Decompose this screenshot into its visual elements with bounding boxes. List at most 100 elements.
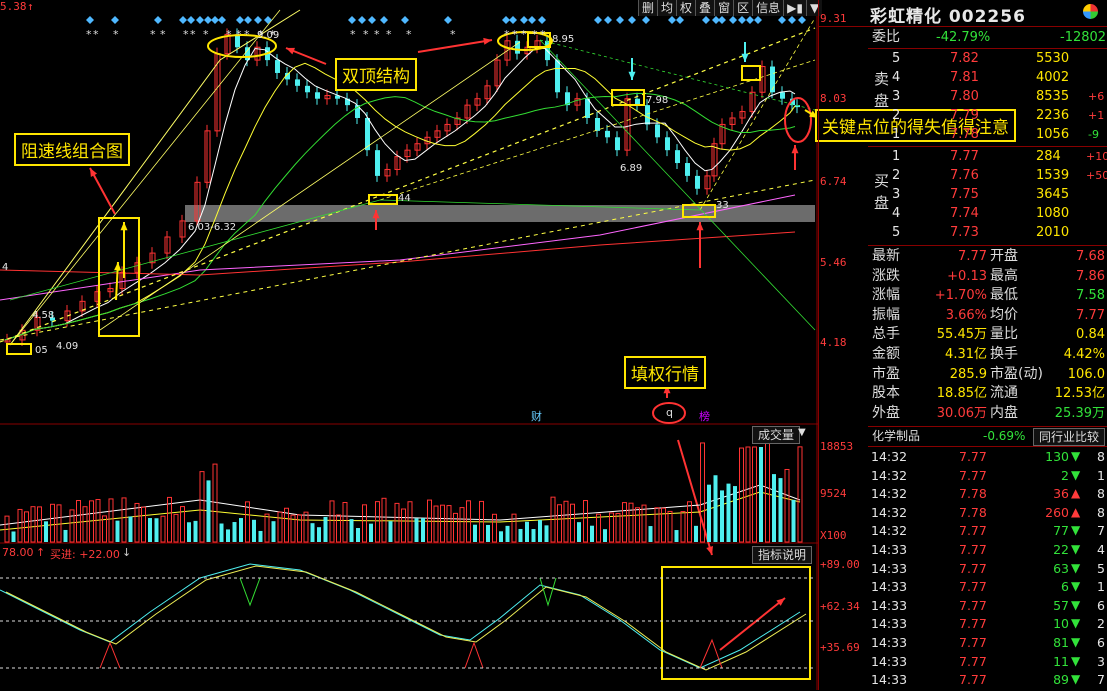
signal-diamond-icon — [778, 16, 786, 24]
volume-bar — [362, 504, 367, 543]
tick-price: 7.77 — [959, 597, 987, 613]
volume-bar — [108, 498, 114, 543]
indicator-explain-button[interactable]: 指标说明 — [752, 546, 813, 564]
star-marker-icon: * — [160, 28, 166, 41]
candle-body — [315, 92, 320, 99]
volume-bar — [303, 511, 309, 543]
toolbar-overlay[interactable]: 叠 — [695, 0, 715, 16]
candle-body — [595, 118, 600, 131]
rank-marker[interactable]: 榜 — [699, 408, 710, 424]
volume-bar — [141, 506, 146, 543]
buy-price[interactable]: 7.73 — [950, 224, 979, 241]
quote-label: 振幅 — [872, 306, 900, 323]
volume-bar — [628, 502, 634, 543]
volume-bar — [726, 483, 731, 542]
volume-bar — [369, 523, 373, 542]
toolbar-delete[interactable]: 删 — [638, 0, 658, 16]
buy-price[interactable]: 7.75 — [950, 186, 979, 203]
quote-label: 市盈 — [872, 365, 900, 382]
signal-diamond-icon — [254, 16, 262, 24]
quote-label: 内盘 — [990, 404, 1018, 421]
volume-bar — [797, 446, 803, 543]
star-marker-icon: * — [512, 28, 518, 41]
tick-volume: 130 — [1045, 449, 1069, 464]
sell-price[interactable]: 7.79 — [950, 107, 979, 124]
volume-bar — [323, 516, 328, 542]
quote-label: 涨幅 — [872, 287, 900, 304]
chevron-down-icon[interactable]: ▼ — [798, 427, 806, 438]
volume-bar — [115, 520, 120, 542]
volume-bar — [148, 518, 152, 542]
top-left-price: 5.38 — [0, 0, 27, 13]
buy-price[interactable]: 7.77 — [950, 148, 979, 165]
star-marker-icon: * — [113, 28, 119, 41]
tick-count: 2 — [1097, 616, 1105, 632]
sell-price[interactable]: 7.78 — [950, 126, 979, 143]
buy-price[interactable]: 7.76 — [950, 167, 979, 184]
buy-volume: 2010 — [1036, 225, 1070, 240]
down-arrow-icon: ▼ — [1071, 467, 1081, 482]
quote-value: 4.42% — [1063, 347, 1105, 362]
volume-bar — [518, 528, 523, 542]
industry-compare-button[interactable]: 同行业比较 — [1033, 428, 1106, 446]
tick-volume: 77 — [1053, 523, 1069, 539]
tick-count: 7 — [1097, 523, 1105, 539]
arrow-head-icon — [628, 71, 636, 80]
up-arrow-icon: ▲ — [1071, 504, 1081, 519]
tick-time: 14:32 — [871, 486, 908, 502]
ex-right-marker[interactable]: q — [666, 406, 673, 419]
toolbar-range[interactable]: 区 — [733, 0, 753, 16]
arrow-head-icon — [483, 37, 492, 45]
signal-diamond-icon — [111, 16, 119, 24]
tick-time: 14:33 — [871, 616, 908, 632]
sell-price[interactable]: 7.80 — [950, 88, 979, 105]
down-arrow-icon: ▼ — [1071, 579, 1081, 594]
buy-price[interactable]: 7.74 — [950, 205, 979, 222]
toolbar-window[interactable]: 窗 — [714, 0, 734, 16]
volume-label[interactable]: 成交量 — [752, 426, 801, 444]
toolbar-average[interactable]: 均 — [657, 0, 677, 16]
sell-price[interactable]: 7.82 — [950, 50, 979, 67]
tick-row: 14:32 7.77 2 ▼ 1 — [871, 468, 1107, 487]
signal-diamond-icon — [244, 16, 252, 24]
signal-diamond-icon — [738, 16, 746, 24]
sell-volume: 8535 — [1036, 89, 1070, 104]
weibi-label: 委比 — [872, 29, 900, 45]
buy-signal: 买进: +22.00 — [50, 548, 120, 561]
resist-line — [9, 9, 281, 346]
candle-body — [295, 79, 300, 86]
quote-value: 7.86 — [1076, 268, 1105, 284]
sell-price[interactable]: 7.81 — [950, 69, 979, 86]
resist-line — [99, 41, 521, 331]
tick-volume: 89 — [1053, 672, 1069, 688]
buy-side-label: 买盘 — [874, 172, 890, 212]
volume-bar — [154, 518, 159, 542]
volume-bar — [538, 520, 542, 542]
toolbar-rights[interactable]: 权 — [676, 0, 696, 16]
tick-row: 14:33 7.77 10 ▼ 2 — [871, 616, 1107, 635]
finance-marker[interactable]: 财 — [531, 408, 542, 424]
candle-body — [695, 175, 700, 189]
volume-bar — [381, 497, 387, 543]
down-arrow-icon: ▼ — [1071, 542, 1081, 556]
quote-value: 7.77 — [1076, 307, 1105, 323]
arrow-head-icon — [791, 145, 799, 154]
volume-bar — [733, 486, 737, 542]
candlestick-chart[interactable]: * * * * * * * * * * * * * * * * * * * * * * * * — [0, 0, 818, 690]
tick-volume: 36 — [1053, 486, 1069, 502]
tick-volume: 57 — [1053, 597, 1069, 613]
volume-bar — [459, 507, 465, 543]
tick-count: 8 — [1097, 486, 1105, 502]
tick-count: 1 — [1097, 467, 1105, 483]
star-marker-icon: * — [532, 28, 538, 41]
signal-diamond-icon — [179, 16, 187, 24]
arrow-head-icon — [741, 53, 749, 62]
toolbar-info[interactable]: 信息 — [752, 0, 784, 16]
tick-count: 8 — [1097, 504, 1105, 520]
pie-chart-icon[interactable] — [1083, 4, 1098, 19]
tick-row: 14:33 7.77 22 ▼ 4 — [871, 542, 1107, 561]
volume-bar — [264, 513, 270, 543]
tick-row: 14:33 7.77 6 ▼ 1 — [871, 579, 1107, 598]
volume-bar — [473, 524, 477, 542]
play-icon[interactable]: ▶▮ — [783, 0, 806, 16]
